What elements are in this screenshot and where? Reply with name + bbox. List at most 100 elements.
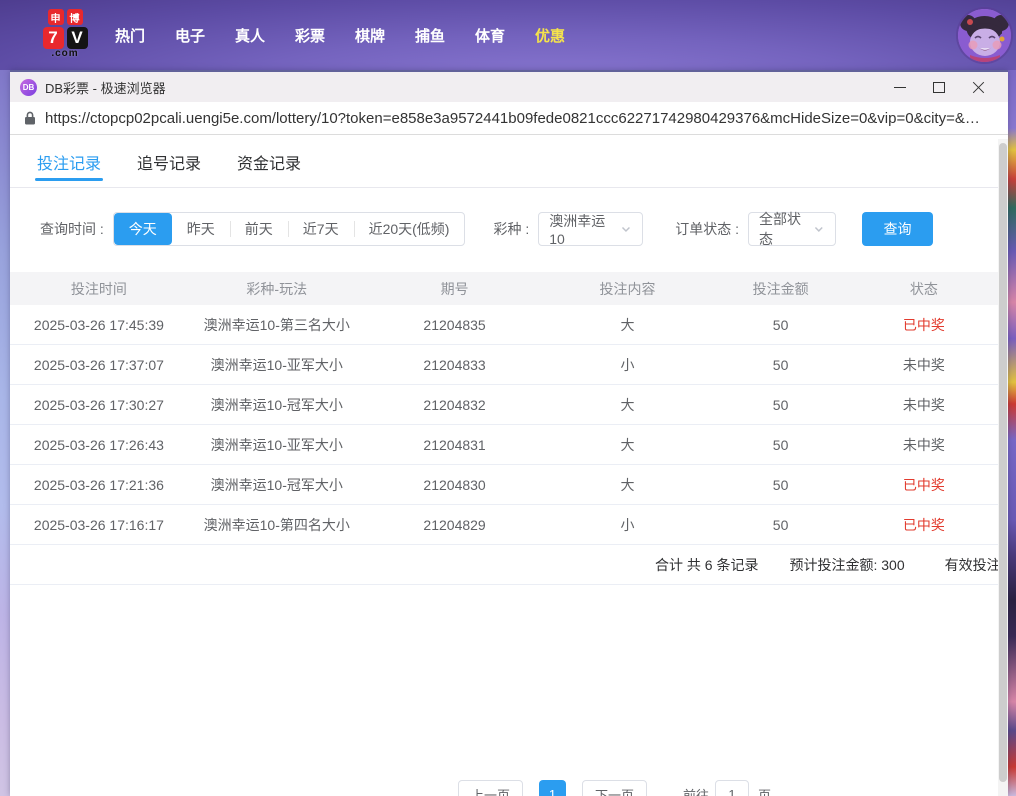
cell-amount: 50 bbox=[711, 477, 849, 493]
cell-content: 大 bbox=[543, 315, 711, 335]
cell-issue: 21204830 bbox=[366, 477, 544, 493]
table-summary-row: 合计 共 6 条记录 预计投注金额: 300 有效投注金额 bbox=[10, 545, 998, 585]
nav-item-5[interactable]: 捕鱼 bbox=[400, 25, 460, 46]
nav-item-7[interactable]: 优惠 bbox=[520, 25, 580, 46]
time-option-0[interactable]: 今天 bbox=[114, 213, 172, 245]
summary-expected-amount: 预计投注金额: 300 bbox=[789, 555, 904, 575]
cell-amount: 50 bbox=[711, 317, 849, 333]
tab-1[interactable]: 追号记录 bbox=[135, 137, 203, 187]
bet-records-table: 投注时间彩种-玩法期号投注内容投注金额状态 2025-03-26 17:45:3… bbox=[10, 272, 998, 585]
query-button[interactable]: 查询 bbox=[862, 212, 933, 246]
header-cell-5: 状态 bbox=[850, 279, 998, 299]
nav-item-3[interactable]: 彩票 bbox=[280, 25, 340, 46]
cell-status: 未中奖 bbox=[850, 435, 998, 455]
cell-content: 小 bbox=[543, 515, 711, 535]
cell-time: 2025-03-26 17:45:39 bbox=[10, 317, 188, 333]
avatar-cartoon-face-icon bbox=[958, 9, 1011, 62]
order-status-select[interactable]: 全部状态 bbox=[748, 212, 836, 246]
window-titlebar: DB DB彩票 - 极速浏览器 bbox=[10, 72, 1008, 102]
site-logo[interactable]: 申 博 7 V .com bbox=[35, 9, 95, 59]
cell-amount: 50 bbox=[711, 357, 849, 373]
vertical-scrollbar[interactable] bbox=[998, 139, 1008, 796]
nav-item-6[interactable]: 体育 bbox=[460, 25, 520, 46]
cell-time: 2025-03-26 17:26:43 bbox=[10, 437, 188, 453]
cell-issue: 21204835 bbox=[366, 317, 544, 333]
app-icon: DB bbox=[20, 79, 37, 96]
site-navbar: 申 博 7 V .com 热门电子真人彩票棋牌捕鱼体育优惠 bbox=[0, 0, 1016, 70]
cell-game: 澳洲幸运10-第三名大小 bbox=[188, 315, 366, 335]
goto-page-input[interactable] bbox=[715, 780, 749, 796]
table-row: 2025-03-26 17:26:43澳洲幸运10-亚军大小21204831大5… bbox=[10, 425, 998, 465]
page-content: 投注记录追号记录资金记录 查询时间 : 今天昨天前天近7天近20天(低频) 彩种… bbox=[10, 137, 1008, 796]
logo-char-v: V bbox=[67, 27, 88, 49]
page-number-1[interactable]: 1 bbox=[539, 780, 566, 796]
nav-menu: 热门电子真人彩票棋牌捕鱼体育优惠 bbox=[100, 0, 580, 70]
logo-char-shen: 申 bbox=[48, 9, 64, 25]
nav-item-1[interactable]: 电子 bbox=[160, 25, 220, 46]
cell-issue: 21204829 bbox=[366, 517, 544, 533]
time-option-1[interactable]: 昨天 bbox=[172, 213, 230, 245]
lock-icon bbox=[24, 111, 36, 125]
minimize-icon[interactable] bbox=[894, 81, 906, 93]
cell-status: 未中奖 bbox=[850, 395, 998, 415]
table-row: 2025-03-26 17:21:36澳洲幸运10-冠军大小21204830大5… bbox=[10, 465, 998, 505]
logo-com-suffix: .com bbox=[51, 48, 78, 59]
table-body: 2025-03-26 17:45:39澳洲幸运10-第三名大小21204835大… bbox=[10, 305, 998, 545]
cell-issue: 21204832 bbox=[366, 397, 544, 413]
page-unit-label: 页 bbox=[758, 785, 771, 796]
url-text[interactable]: https://ctopcp02pcali.uengi5e.com/lotter… bbox=[45, 110, 980, 127]
nav-item-2[interactable]: 真人 bbox=[220, 25, 280, 46]
cell-game: 澳洲幸运10-第四名大小 bbox=[188, 515, 366, 535]
order-status-value: 全部状态 bbox=[759, 209, 813, 249]
header-cell-3: 投注内容 bbox=[543, 279, 711, 299]
pagination: 上一页 1 下一页 前往 页 bbox=[458, 780, 771, 796]
user-avatar[interactable] bbox=[958, 9, 1011, 62]
tab-2[interactable]: 资金记录 bbox=[235, 137, 303, 187]
record-tabs: 投注记录追号记录资金记录 bbox=[10, 137, 998, 188]
lottery-select[interactable]: 澳洲幸运10 bbox=[538, 212, 643, 246]
cell-amount: 50 bbox=[711, 517, 849, 533]
maximize-icon[interactable] bbox=[933, 81, 945, 93]
cell-amount: 50 bbox=[711, 437, 849, 453]
table-row: 2025-03-26 17:45:39澳洲幸运10-第三名大小21204835大… bbox=[10, 305, 998, 345]
cell-status: 已中奖 bbox=[850, 475, 998, 495]
status-filter-label: 订单状态 : bbox=[675, 219, 739, 239]
tab-0[interactable]: 投注记录 bbox=[35, 137, 103, 187]
header-cell-0: 投注时间 bbox=[10, 279, 188, 299]
time-option-3[interactable]: 近7天 bbox=[288, 213, 354, 245]
summary-total: 合计 共 6 条记录 bbox=[655, 555, 758, 575]
lottery-filter-label: 彩种 : bbox=[493, 219, 529, 239]
scrollbar-thumb[interactable] bbox=[999, 143, 1007, 782]
cell-amount: 50 bbox=[711, 397, 849, 413]
lottery-select-value: 澳洲幸运10 bbox=[549, 211, 620, 247]
cell-status: 已中奖 bbox=[850, 515, 998, 535]
cell-status: 未中奖 bbox=[850, 355, 998, 375]
header-cell-4: 投注金额 bbox=[711, 279, 849, 299]
cell-issue: 21204831 bbox=[366, 437, 544, 453]
nav-item-0[interactable]: 热门 bbox=[100, 25, 160, 46]
chevron-down-icon bbox=[620, 223, 632, 235]
next-page-button[interactable]: 下一页 bbox=[582, 780, 647, 796]
logo-char-bo: 博 bbox=[67, 9, 83, 25]
time-range-group: 今天昨天前天近7天近20天(低频) bbox=[113, 212, 466, 246]
browser-window: DB DB彩票 - 极速浏览器 https://ctopcp02pcali.ue… bbox=[10, 70, 1008, 796]
filter-bar: 查询时间 : 今天昨天前天近7天近20天(低频) 彩种 : 澳洲幸运10 订单状… bbox=[10, 212, 998, 246]
window-title: DB彩票 - 极速浏览器 bbox=[45, 78, 166, 97]
table-row: 2025-03-26 17:30:27澳洲幸运10-冠军大小21204832大5… bbox=[10, 385, 998, 425]
cell-time: 2025-03-26 17:30:27 bbox=[10, 397, 188, 413]
table-row: 2025-03-26 17:16:17澳洲幸运10-第四名大小21204829小… bbox=[10, 505, 998, 545]
table-header-row: 投注时间彩种-玩法期号投注内容投注金额状态 bbox=[10, 272, 998, 305]
cell-time: 2025-03-26 17:37:07 bbox=[10, 357, 188, 373]
header-cell-1: 彩种-玩法 bbox=[188, 279, 366, 299]
time-option-4[interactable]: 近20天(低频) bbox=[354, 213, 465, 245]
cell-game: 澳洲幸运10-亚军大小 bbox=[188, 435, 366, 455]
time-option-2[interactable]: 前天 bbox=[230, 213, 288, 245]
nav-item-4[interactable]: 棋牌 bbox=[340, 25, 400, 46]
prev-page-button[interactable]: 上一页 bbox=[458, 780, 523, 796]
close-icon[interactable] bbox=[972, 81, 984, 93]
browser-urlbar[interactable]: https://ctopcp02pcali.uengi5e.com/lotter… bbox=[10, 102, 1008, 135]
cell-content: 大 bbox=[543, 475, 711, 495]
table-row: 2025-03-26 17:37:07澳洲幸运10-亚军大小21204833小5… bbox=[10, 345, 998, 385]
background-page-left-edge bbox=[0, 70, 10, 796]
cell-content: 大 bbox=[543, 435, 711, 455]
